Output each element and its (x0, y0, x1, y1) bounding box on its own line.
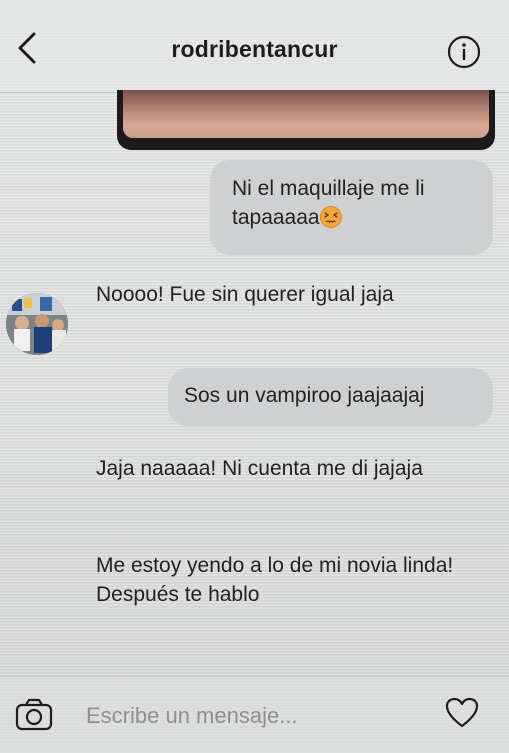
chat-title[interactable]: rodribentancur (0, 36, 509, 63)
direct-message-screen: rodribentancur Ni el maquillaje me li ta… (0, 0, 509, 753)
message-line: Ni el maquillaje me li (232, 177, 425, 200)
message-line: tapaaaaa (232, 206, 320, 229)
photo-content (123, 90, 489, 138)
camera-icon[interactable] (14, 697, 54, 733)
message-outgoing[interactable]: Ni el maquillaje me li tapaaaaa (210, 160, 493, 255)
message-outgoing[interactable]: Sos un vampiroo jaajaajaj (168, 368, 493, 426)
message-incoming[interactable]: Jaja naaaaa! Ni cuenta me di jajaja (96, 454, 456, 483)
info-icon[interactable] (447, 35, 481, 69)
chat-header: rodribentancur (0, 0, 509, 93)
avatar[interactable] (6, 293, 68, 355)
message-incoming[interactable]: Noooo! Fue sin querer igual jaja (96, 280, 456, 309)
message-composer: Escribe un mensaje... (0, 676, 509, 753)
message-input[interactable]: Escribe un mensaje... (86, 703, 298, 729)
persevering-face-emoji-icon (319, 206, 342, 228)
heart-icon[interactable] (445, 697, 479, 729)
message-incoming[interactable]: Me estoy yendo a lo de mi novia linda! D… (96, 551, 456, 609)
shared-photo[interactable] (117, 90, 495, 150)
